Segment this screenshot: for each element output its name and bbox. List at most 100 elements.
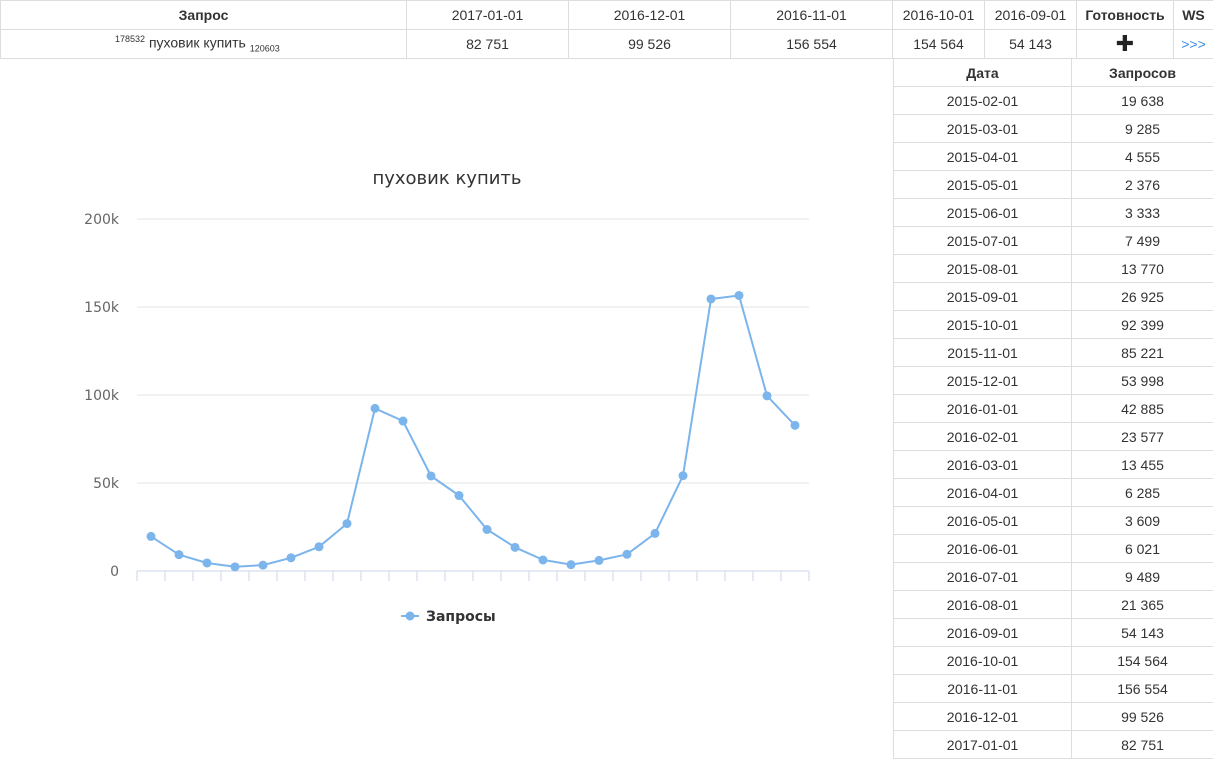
query-summary-table: Запрос 2017-01-01 2016-12-01 2016-11-01 … xyxy=(0,0,1213,59)
row-date: 2015-05-01 xyxy=(894,171,1072,199)
chart-legend[interactable]: Запросы xyxy=(401,609,496,625)
table-row: 2015-07-017 499 xyxy=(894,227,1213,255)
data-point[interactable] xyxy=(483,525,492,534)
row-requests: 42 885 xyxy=(1072,395,1213,423)
row-requests: 2 376 xyxy=(1072,171,1213,199)
row-date: 2016-06-01 xyxy=(894,535,1072,563)
header-date-col: 2016-12-01 xyxy=(569,1,731,30)
row-requests: 156 554 xyxy=(1072,675,1213,703)
legend-marker xyxy=(406,612,415,621)
row-date: 2015-10-01 xyxy=(894,311,1072,339)
row-requests: 13 455 xyxy=(1072,451,1213,479)
data-point[interactable] xyxy=(175,550,184,559)
data-point[interactable] xyxy=(231,562,240,571)
row-requests: 21 365 xyxy=(1072,591,1213,619)
header-query: Запрос xyxy=(1,1,407,30)
row-requests: 3 609 xyxy=(1072,507,1213,535)
summary-value: 54 143 xyxy=(985,30,1077,59)
summary-value: 156 554 xyxy=(731,30,893,59)
table-row: 2015-10-0192 399 xyxy=(894,311,1213,339)
data-point[interactable] xyxy=(455,491,464,500)
table-row: 2016-11-01156 554 xyxy=(894,675,1213,703)
data-point[interactable] xyxy=(203,558,212,567)
row-requests: 154 564 xyxy=(1072,647,1213,675)
readiness-cell: ✚ xyxy=(1077,30,1174,59)
y-tick-label: 200k xyxy=(84,212,120,228)
table-row: 2015-12-0153 998 xyxy=(894,367,1213,395)
query-cell: 178532 пуховик купить 120603 xyxy=(1,30,407,59)
summary-header-row: Запрос 2017-01-01 2016-12-01 2016-11-01 … xyxy=(1,1,1213,30)
row-date: 2016-08-01 xyxy=(894,591,1072,619)
side-header-row: Дата Запросов xyxy=(894,59,1213,87)
table-row: 2016-07-019 489 xyxy=(894,563,1213,591)
row-date: 2015-08-01 xyxy=(894,255,1072,283)
monthly-requests-table: Дата Запросов 2015-02-0119 6382015-03-01… xyxy=(893,58,1213,759)
row-date: 2016-12-01 xyxy=(894,703,1072,731)
row-requests: 85 221 xyxy=(1072,339,1213,367)
row-date: 2016-05-01 xyxy=(894,507,1072,535)
data-point[interactable] xyxy=(623,550,632,559)
table-row: 2015-03-019 285 xyxy=(894,115,1213,143)
data-point[interactable] xyxy=(371,404,380,413)
row-date: 2015-09-01 xyxy=(894,283,1072,311)
header-readiness: Готовность xyxy=(1077,1,1174,30)
data-point[interactable] xyxy=(511,543,520,552)
data-point[interactable] xyxy=(427,471,436,480)
table-row: 2015-11-0185 221 xyxy=(894,339,1213,367)
row-date: 2016-04-01 xyxy=(894,479,1072,507)
query-text: пуховик купить xyxy=(149,35,246,51)
summary-value: 154 564 xyxy=(893,30,985,59)
table-row: 2016-03-0113 455 xyxy=(894,451,1213,479)
data-point[interactable] xyxy=(791,421,800,430)
data-point[interactable] xyxy=(735,291,744,300)
data-point[interactable] xyxy=(343,519,352,528)
grid-layer xyxy=(137,219,809,483)
data-point[interactable] xyxy=(763,391,772,400)
table-row: 2016-09-0154 143 xyxy=(894,619,1213,647)
row-requests: 4 555 xyxy=(1072,143,1213,171)
query-suffix-count: 120603 xyxy=(250,44,280,54)
header-date-col: 2017-01-01 xyxy=(407,1,569,30)
row-requests: 13 770 xyxy=(1072,255,1213,283)
row-requests: 3 333 xyxy=(1072,199,1213,227)
row-requests: 23 577 xyxy=(1072,423,1213,451)
y-tick-label: 50k xyxy=(93,476,120,492)
data-point[interactable] xyxy=(315,542,324,551)
row-date: 2015-07-01 xyxy=(894,227,1072,255)
ws-link[interactable]: >>> xyxy=(1181,36,1206,52)
summary-value: 82 751 xyxy=(407,30,569,59)
series-layer xyxy=(147,291,800,571)
row-date: 2016-02-01 xyxy=(894,423,1072,451)
legend-label[interactable]: Запросы xyxy=(426,609,496,625)
summary-value: 99 526 xyxy=(569,30,731,59)
data-point[interactable] xyxy=(259,561,268,570)
data-point[interactable] xyxy=(679,471,688,480)
query-prefix-count: 178532 xyxy=(115,34,145,44)
table-row: 2015-04-014 555 xyxy=(894,143,1213,171)
row-date: 2015-12-01 xyxy=(894,367,1072,395)
data-point[interactable] xyxy=(539,555,548,564)
data-point[interactable] xyxy=(651,529,660,538)
data-point[interactable] xyxy=(595,556,604,565)
row-date: 2016-10-01 xyxy=(894,647,1072,675)
plus-icon[interactable]: ✚ xyxy=(1116,31,1134,56)
ws-cell: >>> xyxy=(1174,30,1213,59)
chart-svg: пуховик купить 050k100k150k200k Запросы xyxy=(0,58,893,758)
row-date: 2015-06-01 xyxy=(894,199,1072,227)
row-date: 2016-01-01 xyxy=(894,395,1072,423)
table-row: 2017-01-0182 751 xyxy=(894,731,1213,759)
table-row: 2016-04-016 285 xyxy=(894,479,1213,507)
line-chart: пуховик купить 050k100k150k200k Запросы xyxy=(0,58,893,758)
header-ws: WS xyxy=(1174,1,1213,30)
row-requests: 53 998 xyxy=(1072,367,1213,395)
header-date-col: 2016-09-01 xyxy=(985,1,1077,30)
row-requests: 99 526 xyxy=(1072,703,1213,731)
data-point[interactable] xyxy=(399,417,408,426)
data-point[interactable] xyxy=(707,294,716,303)
data-point[interactable] xyxy=(287,553,296,562)
row-requests: 19 638 xyxy=(1072,87,1213,115)
row-requests: 26 925 xyxy=(1072,283,1213,311)
data-point[interactable] xyxy=(567,560,576,569)
data-point[interactable] xyxy=(147,532,156,541)
table-row: 2016-02-0123 577 xyxy=(894,423,1213,451)
